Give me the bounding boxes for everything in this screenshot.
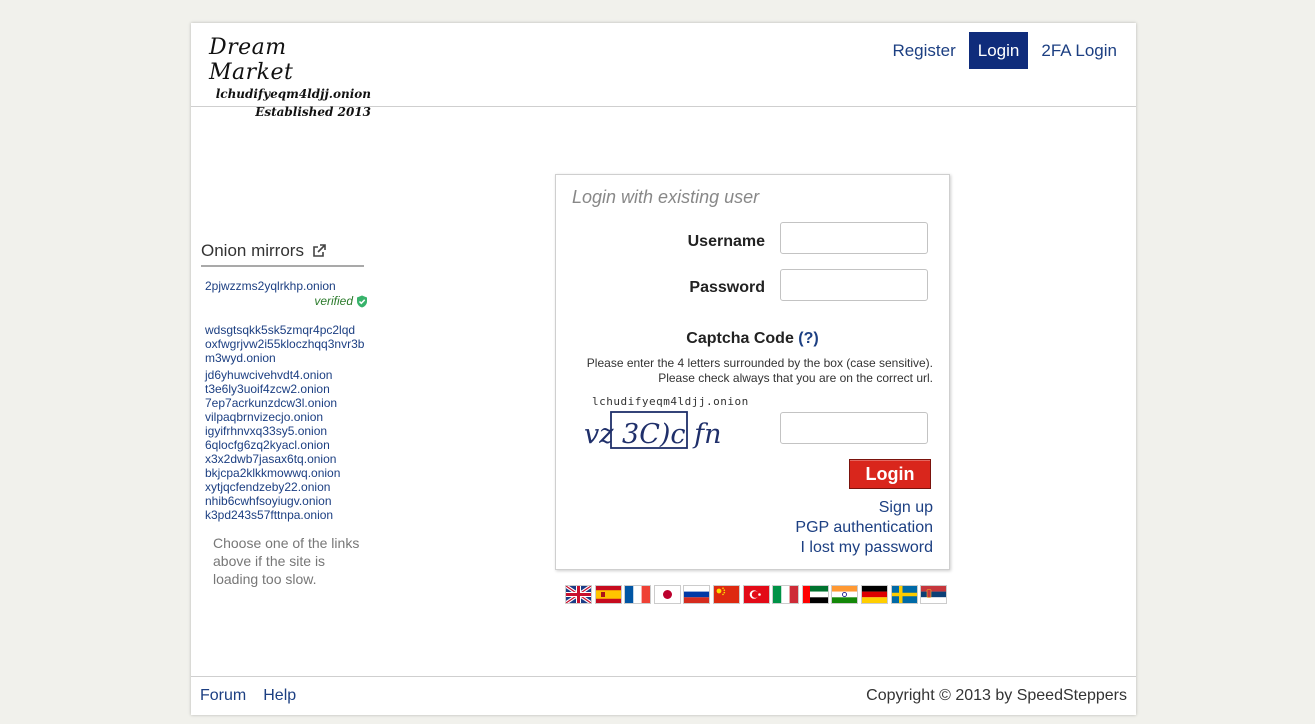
verified-label: verified xyxy=(314,294,353,308)
turkey-flag-icon[interactable] xyxy=(743,586,769,603)
mirror-link[interactable]: k3pd243s57fttnpa.onion xyxy=(205,508,370,522)
captcha-help-link[interactable]: (?) xyxy=(798,330,818,347)
copyright-text: Copyright © 2013 by SpeedSteppers xyxy=(866,687,1127,704)
footer-links: Forum Help xyxy=(200,687,313,705)
mirror-list: 2pjwzzms2yqlrkhp.onion verified wdsgtsqk… xyxy=(201,279,373,522)
nav-login-link[interactable]: Login xyxy=(968,32,1029,69)
language-flags xyxy=(566,586,951,603)
captcha-title: Captcha Code xyxy=(686,330,794,347)
mirror-link[interactable]: jd6yhuwcivehvdt4.onion xyxy=(205,368,370,382)
uae-flag-icon[interactable] xyxy=(802,586,828,603)
mirror-link[interactable]: 7ep7acrkunzdcw3l.onion xyxy=(205,396,370,410)
spain-flag-icon[interactable] xyxy=(595,586,621,603)
sweden-flag-icon[interactable] xyxy=(891,586,917,603)
footer: Forum Help Copyright © 2013 by SpeedStep… xyxy=(191,676,1136,716)
top-nav: Register Login 2FA Login xyxy=(879,32,1126,69)
external-link-icon[interactable] xyxy=(312,244,326,258)
brand-onion-address: lchudifyeqm4ldjj.onion xyxy=(215,87,371,101)
mirror-link[interactable]: nhib6cwhfsoyiugv.onion xyxy=(205,494,370,508)
captcha-input[interactable] xyxy=(780,412,928,444)
captcha-instructions: Please enter the 4 letters surrounded by… xyxy=(587,356,933,386)
footer-help-link[interactable]: Help xyxy=(263,687,296,705)
germany-flag-icon[interactable] xyxy=(861,586,887,603)
russia-flag-icon[interactable] xyxy=(684,586,710,603)
mirror-link[interactable]: m3wyd.onion xyxy=(205,351,370,365)
brand-name: Dream Market xyxy=(209,35,294,85)
serbia-flag-icon[interactable] xyxy=(921,586,947,603)
login-submit-button[interactable]: Login xyxy=(849,459,931,489)
login-form: Login with existing user Username Passwo… xyxy=(555,174,950,570)
captcha-instruction-line-1: Please enter the 4 letters surrounded by… xyxy=(586,356,933,370)
mirror-link[interactable]: wdsgtsqkk5sk5zmqr4pc2lqd xyxy=(205,323,370,337)
brand-established: Established 2013 xyxy=(255,105,371,119)
lost-password-link[interactable]: I lost my password xyxy=(795,538,933,558)
header: Dream Market lchudifyeqm4ldjj.onion Esta… xyxy=(191,23,1136,119)
mirrors-heading-label: Onion mirrors xyxy=(201,241,304,260)
china-flag-icon[interactable] xyxy=(713,586,739,603)
captcha-heading: Captcha Code (?) xyxy=(556,330,949,348)
captcha-onion-text: lchudifyeqm4ldjj.onion xyxy=(592,395,749,408)
footer-forum-link[interactable]: Forum xyxy=(200,687,246,705)
password-input[interactable] xyxy=(780,269,928,301)
verified-badge: verified xyxy=(205,293,368,309)
login-form-title: Login with existing user xyxy=(572,187,760,207)
pgp-authentication-link[interactable]: PGP authentication xyxy=(795,518,933,538)
captcha-instruction-line-2: Please check always that you are on the … xyxy=(658,371,933,385)
captcha-image: lchudifyeqm4ldjj.onion vz 3C)c fn xyxy=(584,395,749,450)
uk-flag-icon[interactable] xyxy=(566,586,591,603)
page-container: Dream Market lchudifyeqm4ldjj.onion Esta… xyxy=(191,23,1136,715)
mirror-link[interactable]: igyifrhnvxq33sy5.onion xyxy=(205,424,370,438)
mirror-link[interactable]: t3e6ly3uoif4zcw2.onion xyxy=(205,382,370,396)
brand-logo[interactable]: Dream Market lchudifyeqm4ldjj.onion Esta… xyxy=(209,35,371,119)
france-flag-icon[interactable] xyxy=(625,586,651,603)
signup-link[interactable]: Sign up xyxy=(795,498,933,518)
india-flag-icon[interactable] xyxy=(832,586,858,603)
username-input[interactable] xyxy=(780,222,928,254)
nav-2fa-login-link[interactable]: 2FA Login xyxy=(1032,32,1126,69)
mirror-link[interactable]: x3x2dwb7jasax6tq.onion xyxy=(205,452,370,466)
mirrors-note: Choose one of the links above if the sit… xyxy=(213,535,360,587)
captcha-distorted-text: vz 3C)c fn xyxy=(584,419,722,450)
japan-flag-icon[interactable] xyxy=(654,586,680,603)
password-label: Password xyxy=(689,279,765,296)
nav-register-link[interactable]: Register xyxy=(883,32,964,69)
shield-check-icon xyxy=(357,295,367,307)
mirror-link[interactable]: xytjqcfendzeby22.onion xyxy=(205,480,370,494)
mirrors-heading: Onion mirrors xyxy=(201,241,364,267)
mirror-link[interactable]: oxfwgrjvw2i55kloczhqq3nvr3b xyxy=(205,337,370,351)
verified-mirror-link[interactable]: 2pjwzzms2yqlrkhp.onion xyxy=(205,279,370,293)
mirror-link[interactable]: vilpaqbrnvizecjo.onion xyxy=(205,410,370,424)
mirror-link[interactable]: bkjcpa2klkkmowwq.onion xyxy=(205,466,370,480)
username-label: Username xyxy=(687,233,765,250)
onion-mirrors-sidebar: Onion mirrors 2pjwzzms2yqlrkhp.onion ver… xyxy=(201,241,373,588)
mirror-link[interactable]: 6qlocfg6zq2kyacl.onion xyxy=(205,438,370,452)
italy-flag-icon[interactable] xyxy=(773,586,799,603)
login-links: Sign up PGP authentication I lost my pas… xyxy=(795,498,933,558)
